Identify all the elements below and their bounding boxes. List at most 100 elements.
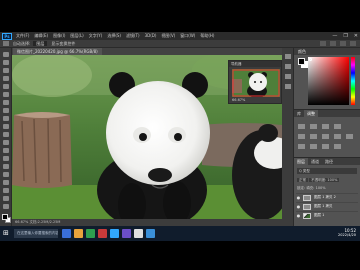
taskbar-app-icon[interactable]	[146, 229, 155, 238]
layer-thumbnail	[303, 194, 311, 201]
align-left-icon[interactable]	[320, 41, 326, 46]
exposure-icon[interactable]	[334, 124, 341, 129]
tab-paths[interactable]: 路径	[322, 158, 336, 165]
taskbar-app-icon[interactable]	[86, 229, 95, 238]
blend-mode-dropdown[interactable]: 正常	[297, 178, 308, 182]
eyedropper-tool-icon[interactable]	[3, 92, 9, 97]
menu-window[interactable]: 窗口(W)	[180, 32, 195, 40]
menu-image[interactable]: 图像(I)	[53, 32, 65, 40]
color-panel-title[interactable]: 颜色	[294, 48, 360, 55]
align-center-icon[interactable]	[330, 41, 336, 46]
healing-brush-tool-icon[interactable]	[3, 100, 9, 105]
navigator-title: 导航器	[229, 61, 281, 67]
search-icon[interactable]	[340, 41, 346, 46]
properties-icon[interactable]	[285, 64, 291, 69]
threshold-icon[interactable]	[322, 144, 329, 149]
eye-icon[interactable]: ●	[296, 195, 301, 200]
menu-select[interactable]: 选择(S)	[107, 32, 121, 40]
eye-icon[interactable]: ●	[296, 204, 301, 209]
vibrance-icon[interactable]	[298, 134, 305, 139]
taskbar-app-icon[interactable]	[110, 229, 119, 238]
color-picker-cursor[interactable]	[309, 58, 312, 61]
tab-layers[interactable]: 图层	[294, 158, 308, 165]
layer-name: 图层 1	[314, 213, 325, 217]
layer-row[interactable]: ● 图层 1 拷贝	[296, 202, 358, 210]
history-brush-tool-icon[interactable]	[3, 124, 9, 129]
menu-edit[interactable]: 编辑(E)	[34, 32, 48, 40]
system-tray[interactable]: 10:52 2022/4/20	[338, 228, 356, 238]
layer-row[interactable]: ● 图层 1 拷贝 2	[296, 193, 358, 201]
eye-icon[interactable]: ●	[296, 213, 301, 218]
color-balance-icon[interactable]	[322, 134, 329, 139]
posterize-icon[interactable]	[310, 144, 317, 149]
hue-saturation-icon[interactable]	[310, 134, 317, 139]
auto-select-dropdown[interactable]: 图层	[33, 41, 48, 46]
black-white-icon[interactable]	[334, 134, 341, 139]
brush-tool-icon[interactable]	[3, 108, 9, 113]
eraser-tool-icon[interactable]	[3, 132, 9, 137]
layer-filter-dropdown[interactable]: Q 类型	[297, 168, 357, 174]
quick-select-tool-icon[interactable]	[3, 76, 9, 81]
history-icon[interactable]	[285, 54, 291, 59]
windows-start-icon[interactable]: ⊞	[3, 230, 10, 237]
invert-icon[interactable]	[298, 144, 305, 149]
navigator-zoom[interactable]: 66.67%	[232, 98, 280, 103]
layer-row[interactable]: ● 图层 1	[296, 211, 358, 219]
photo-filter-icon[interactable]	[346, 134, 353, 139]
taskbar-app-icon[interactable]	[98, 229, 107, 238]
taskbar-app-icon[interactable]	[74, 229, 83, 238]
pen-tool-icon[interactable]	[3, 164, 9, 169]
menu-help[interactable]: 帮助(H)	[200, 32, 214, 40]
marquee-tool-icon[interactable]	[3, 60, 9, 65]
color-foreground-swatch[interactable]	[298, 58, 305, 65]
tab-channels[interactable]: 通道	[308, 158, 322, 165]
top-letterbox	[0, 0, 360, 32]
paragraph-icon[interactable]	[285, 84, 291, 89]
color-picker-field[interactable]	[308, 57, 349, 105]
taskbar-search-box[interactable]: 在这里输入你要搜索的内容	[14, 229, 58, 238]
shape-tool-icon[interactable]	[3, 188, 9, 193]
tab-adjustments[interactable]: 调整	[304, 110, 318, 117]
opacity-field[interactable]: 不透明度: 100%	[309, 178, 340, 182]
workspace-icon[interactable]	[350, 41, 356, 46]
maximize-button[interactable]: ❐	[343, 32, 347, 40]
gradient-map-icon[interactable]	[334, 144, 341, 149]
menu-3d[interactable]: 3D(D)	[145, 32, 157, 40]
menu-type[interactable]: 文字(Y)	[89, 32, 103, 40]
show-transform-checkbox[interactable]: 显示变换控件	[51, 41, 75, 47]
taskbar-app-icon[interactable]	[122, 229, 131, 238]
menu-filter[interactable]: 滤镜(T)	[126, 32, 140, 40]
zoom-tool-icon[interactable]	[3, 204, 9, 209]
menu-file[interactable]: 文件(F)	[16, 32, 29, 40]
path-select-tool-icon[interactable]	[3, 180, 9, 185]
clone-stamp-tool-icon[interactable]	[3, 116, 9, 121]
dodge-tool-icon[interactable]	[3, 156, 9, 161]
lasso-tool-icon[interactable]	[3, 68, 9, 73]
curves-icon[interactable]	[322, 124, 329, 129]
navigator-thumbnail[interactable]	[232, 69, 280, 97]
levels-icon[interactable]	[310, 124, 317, 129]
layer-name: 图层 1 拷贝	[314, 204, 333, 208]
menu-view[interactable]: 视图(V)	[161, 32, 175, 40]
minimize-button[interactable]: —	[332, 32, 337, 40]
move-tool-icon[interactable]	[3, 41, 9, 46]
tab-libraries[interactable]: 库	[294, 110, 304, 117]
collapsed-panels-strip	[282, 48, 294, 226]
blend-mode-row: 正常 不透明度: 100%	[297, 177, 357, 183]
document-tab[interactable]: 微信图片_20220420.jpg @ 66.7%(RGB/8)	[13, 48, 102, 55]
close-button[interactable]: ✕	[354, 32, 358, 40]
foreground-color-swatch[interactable]	[2, 214, 8, 220]
gradient-tool-icon[interactable]	[3, 140, 9, 145]
hue-slider[interactable]	[351, 57, 355, 105]
blur-tool-icon[interactable]	[3, 148, 9, 153]
brightness-contrast-icon[interactable]	[298, 124, 305, 129]
menu-layer[interactable]: 图层(L)	[70, 32, 83, 40]
character-icon[interactable]	[285, 74, 291, 79]
taskbar-app-icon[interactable]	[62, 229, 71, 238]
fill-field[interactable]: 填充: 100%	[306, 186, 325, 190]
move-tool-icon[interactable]	[3, 52, 9, 57]
type-tool-icon[interactable]	[3, 172, 9, 177]
taskbar-app-icon[interactable]	[134, 229, 143, 238]
hand-tool-icon[interactable]	[3, 196, 9, 201]
crop-tool-icon[interactable]	[3, 84, 9, 89]
